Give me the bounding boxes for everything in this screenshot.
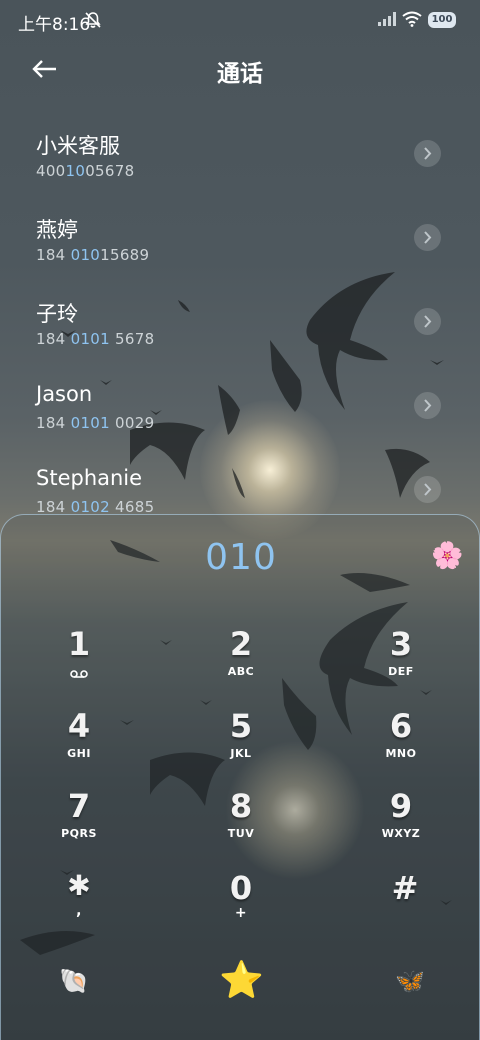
key-letters: ABC [227,665,255,678]
key-letters: DEF [388,665,414,678]
status-time: 上午8:16 [18,15,91,35]
number-match: 0101 [70,414,110,432]
contact-name: Stephanie [36,466,143,490]
key-digit: 4 [67,707,91,745]
number-suffix: 15689 [100,246,150,264]
key-letters: , [76,903,82,919]
chevron-right-icon[interactable] [414,140,441,167]
contact-item[interactable]: 燕婷 184 01015689 [0,200,480,284]
key-5[interactable]: 5 JKL [181,707,301,779]
number-match: 010 [70,246,101,264]
key-letters: PQRS [61,827,97,840]
number-suffix: 0029 [109,414,155,432]
wifi-icon [402,11,422,27]
contact-number: 4001005678 [36,162,134,180]
flower-icon[interactable]: 🌸 [431,541,463,571]
page-title: 通话 [217,61,263,87]
key-7[interactable]: 7 PQRS [19,787,139,859]
contact-name: 小米客服 [36,134,120,158]
contact-item[interactable]: 子玲 184 0101 5678 [0,284,480,368]
key-digit: ✱ [67,869,91,902]
dial-pad: 010 🌸 1 2 ABC 3 DEF 4 GHI 5 JKL 6 MNO 7 … [0,514,480,1040]
number-suffix: 5678 [109,330,155,348]
key-digit: 0 [229,869,253,907]
star-call-button[interactable]: ⭐ [219,959,264,1001]
contact-item[interactable]: 小米客服 4001005678 [0,116,480,200]
contact-name: 子玲 [36,302,78,326]
contact-number: 184 0101 5678 [36,330,154,348]
status-bar: 上午8:16 100 [0,0,480,42]
contact-name: 燕婷 [36,218,78,242]
battery-icon: 100 [428,12,456,28]
key-letters: MNO [385,747,417,760]
number-prefix: 184 [36,330,71,348]
key-letters: WXYZ [381,827,421,840]
key-hash[interactable]: # [345,869,465,941]
key-star[interactable]: ✱ , [19,869,139,941]
butterfly-icon[interactable]: 🦋 [395,967,425,995]
key-letters: JKL [230,747,252,760]
key-3[interactable]: 3 DEF [341,625,461,697]
contact-name: Jason [36,382,93,406]
chevron-right-icon[interactable] [414,224,441,251]
key-digit: 2 [229,625,253,663]
dialed-number[interactable]: 010 [1,537,480,578]
cell-signal-icon [378,12,396,26]
key-9[interactable]: 9 WXYZ [341,787,461,859]
chevron-right-icon[interactable] [414,392,441,419]
number-prefix: 184 [36,414,71,432]
number-match: 0101 [70,330,110,348]
chevron-right-icon[interactable] [414,476,441,503]
key-4[interactable]: 4 GHI [19,707,139,779]
key-2[interactable]: 2 ABC [181,625,301,697]
key-0[interactable]: 0 + [181,869,301,941]
key-1[interactable]: 1 [19,625,139,697]
voicemail-icon [70,670,88,678]
contact-item[interactable]: Jason 184 0101 0029 [0,368,480,452]
number-prefix: 400 [36,162,66,180]
key-letters: TUV [227,827,255,840]
key-digit: 9 [389,787,413,825]
number-suffix: 05678 [85,162,135,180]
contact-number: 184 0101 0029 [36,414,154,432]
key-digit: 8 [229,787,253,825]
contact-number: 184 01015689 [36,246,149,264]
key-6[interactable]: 6 MNO [341,707,461,779]
chevron-right-icon[interactable] [414,308,441,335]
key-digit: 7 [67,787,91,825]
notifications-muted-icon [85,12,101,28]
key-digit: 5 [229,707,253,745]
key-8[interactable]: 8 TUV [181,787,301,859]
key-letters: GHI [67,747,91,760]
shell-icon[interactable]: 🐚 [59,967,89,995]
number-match: 10 [65,162,86,180]
key-digit: 1 [67,625,91,663]
contact-suggestion-list: 小米客服 4001005678 燕婷 184 01015689 子玲 184 0… [0,116,480,536]
key-letters: + [234,905,248,921]
number-prefix: 184 [36,246,71,264]
key-digit: # [391,869,419,907]
key-digit: 3 [389,625,413,663]
dialer-bottom-bar: 🐚 ⭐ 🦋 [1,955,480,1015]
header: 通话 [0,46,480,94]
key-digit: 6 [389,707,413,745]
